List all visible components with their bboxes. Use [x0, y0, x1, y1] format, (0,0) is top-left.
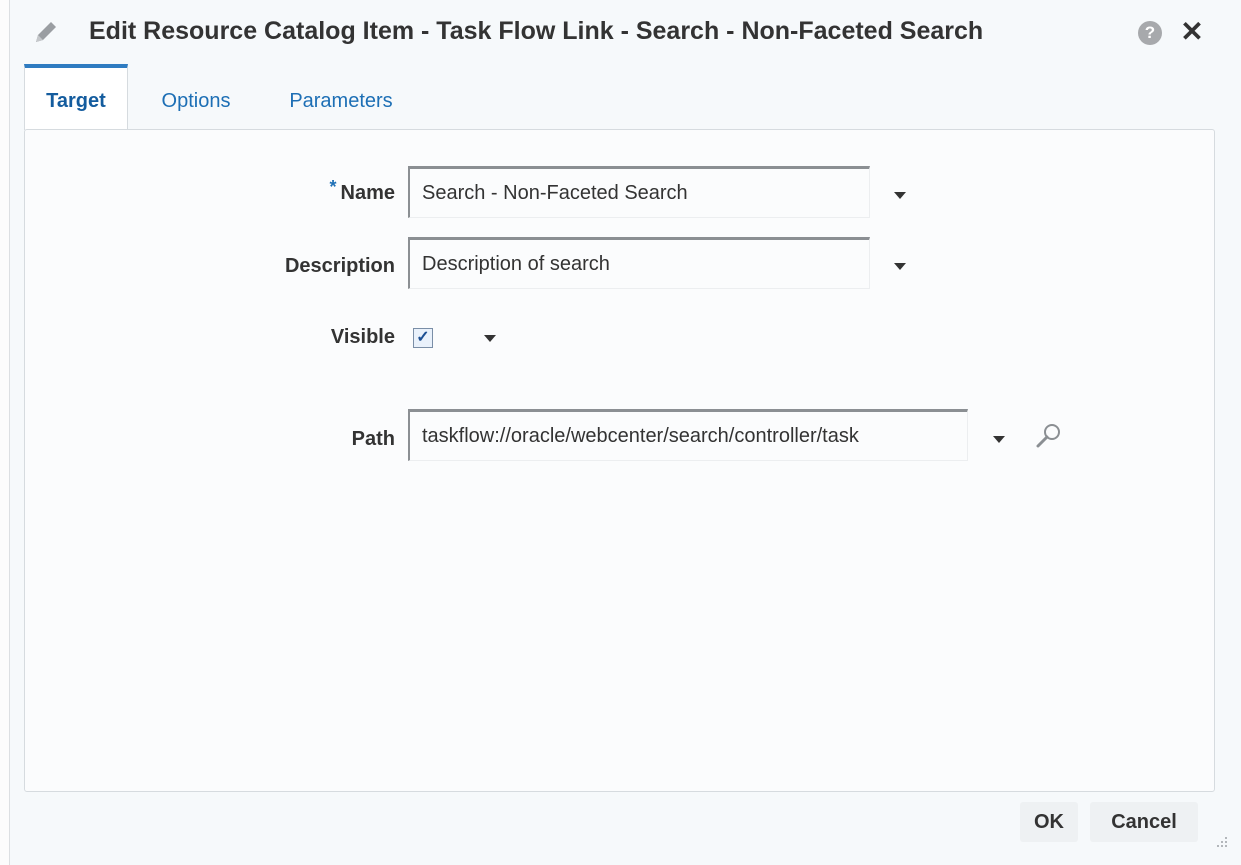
pencil-icon: [36, 22, 56, 42]
target-tab-panel: * Name Search - Non-Faceted Search Descri…: [24, 129, 1215, 792]
required-marker: *: [329, 177, 337, 197]
background-window-edge: [0, 0, 10, 865]
resize-grip-icon[interactable]: [1213, 833, 1229, 849]
dialog-titlebar: Edit Resource Catalog Item - Task Flow L…: [10, 0, 1241, 64]
name-label: Name: [340, 182, 395, 204]
visible-dropdown-icon[interactable]: [484, 335, 496, 342]
edit-resource-catalog-item-dialog: Edit Resource Catalog Item - Task Flow L…: [10, 0, 1241, 865]
ok-button[interactable]: OK: [1020, 802, 1078, 842]
cancel-button[interactable]: Cancel: [1090, 802, 1198, 842]
close-icon[interactable]: ✕: [1179, 15, 1205, 49]
visible-label: Visible: [330, 326, 395, 348]
description-dropdown-icon[interactable]: [894, 263, 906, 270]
dialog-title: Edit Resource Catalog Item - Task Flow L…: [89, 17, 984, 45]
tab-parameters[interactable]: Parameters: [266, 64, 416, 130]
name-field[interactable]: Search - Non-Faceted Search: [408, 166, 870, 218]
visible-checkbox[interactable]: ✓: [413, 328, 433, 348]
search-icon[interactable]: [1033, 421, 1063, 451]
description-field[interactable]: Description of search: [408, 237, 870, 289]
help-icon[interactable]: ?: [1138, 21, 1162, 45]
description-label: Description: [284, 255, 395, 277]
path-field[interactable]: taskflow://oracle/webcenter/search/contr…: [408, 409, 968, 461]
name-dropdown-icon[interactable]: [894, 192, 906, 199]
tab-bar: Target Options Parameters: [24, 64, 1224, 130]
name-label-group: * Name: [225, 177, 396, 205]
path-label: Path: [351, 428, 395, 450]
path-dropdown-icon[interactable]: [993, 436, 1005, 443]
tab-target[interactable]: Target: [24, 64, 128, 130]
tab-options[interactable]: Options: [144, 64, 248, 130]
